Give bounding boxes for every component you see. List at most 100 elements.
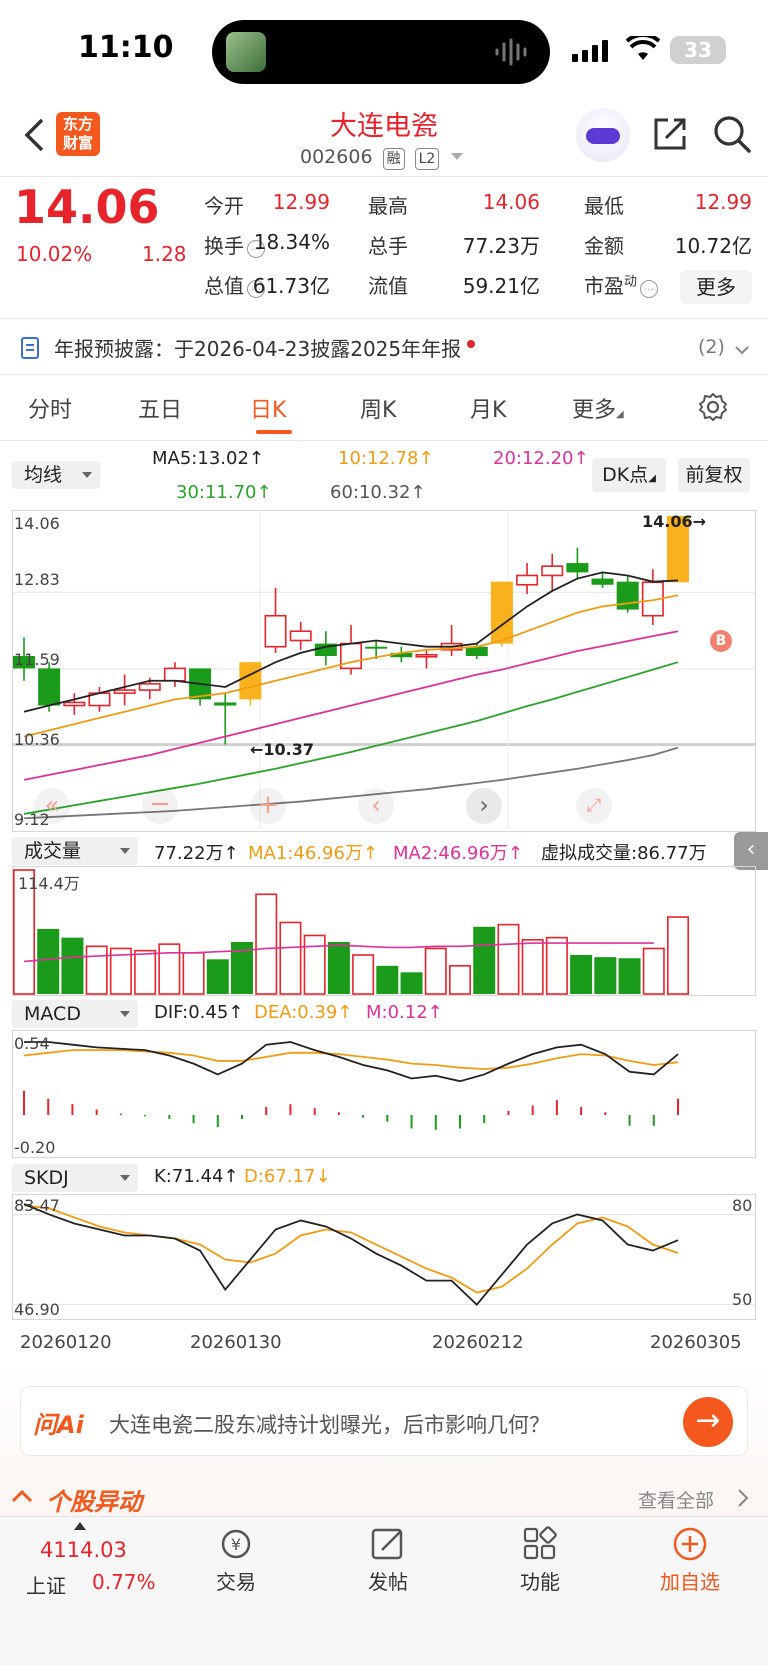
tab-daily-k[interactable]: 日K — [250, 392, 286, 424]
index-up-arrow-icon — [74, 1522, 86, 1530]
macd-m: M:0.12↑ — [366, 1002, 443, 1023]
step-back-icon[interactable]: ‹ — [358, 788, 394, 824]
app-screen: 11:10 33 东方 财富 大连电瓷 002606 融 L2 14.06 10… — [0, 0, 768, 1665]
tab-intraday[interactable]: 分时 — [28, 392, 72, 424]
min-price-label: ←10.37 — [250, 740, 315, 759]
candle-body — [138, 683, 161, 691]
divider — [0, 318, 768, 319]
ai-assistant-avatar[interactable] — [576, 108, 630, 162]
volume-bar — [37, 928, 60, 994]
arrow-right-icon[interactable]: → — [683, 1397, 733, 1447]
candle-body — [415, 653, 438, 658]
volume-bar — [61, 937, 84, 994]
volume-bar — [85, 945, 108, 995]
nav-add-watchlist[interactable]: 加自选 — [645, 1566, 735, 1595]
nav-functions[interactable]: 功能 — [495, 1566, 585, 1595]
skdj-k: K:71.44↑ — [154, 1166, 239, 1187]
skdj-chart[interactable] — [12, 1194, 756, 1320]
volume-bar — [134, 949, 157, 995]
more-quote-button[interactable]: 更多 — [680, 270, 752, 304]
collapse-panel-icon[interactable]: ‹ — [734, 832, 768, 870]
volume-bar — [158, 943, 181, 995]
post-icon[interactable] — [370, 1526, 406, 1562]
indicator-selector-volume[interactable]: 成交量 — [12, 837, 138, 865]
stock-code-row[interactable]: 002606 融 L2 — [300, 146, 464, 170]
skdj-left-bottom: 46.90 — [14, 1300, 60, 1319]
index-name[interactable]: 上证 — [26, 1570, 66, 1599]
macd-dif-line — [24, 1041, 679, 1083]
gear-icon[interactable] — [698, 392, 728, 422]
adjust-price-button[interactable]: 前复权 — [678, 458, 750, 492]
apps-icon[interactable] — [522, 1526, 558, 1562]
change-percent: 10.02% — [16, 242, 93, 266]
quote-label: 总手 — [368, 234, 408, 258]
quote-value: 59.21亿 — [462, 274, 540, 298]
index-change[interactable]: 0.77% — [92, 1570, 156, 1594]
quote-value: 18.34% — [253, 230, 330, 254]
dynamic-island[interactable] — [212, 20, 550, 84]
candle-body — [38, 668, 61, 706]
ai-question-box[interactable]: 问Ai 大连电瓷二股东减持计划曝光，后市影响几何？ → — [20, 1386, 748, 1456]
trade-icon[interactable]: ¥ — [216, 1526, 256, 1562]
quote-value: 10.72亿 — [674, 234, 752, 258]
kline-y-label: 12.83 — [14, 570, 60, 589]
chevron-up-icon[interactable] — [10, 1488, 34, 1504]
zoom-in-icon[interactable]: + — [250, 788, 286, 824]
buy-signal-marker[interactable]: B — [710, 630, 732, 652]
indicator-selector-macd[interactable]: MACD — [12, 1000, 138, 1028]
volume-ma2: MA2:46.96万↑ — [393, 843, 523, 864]
chevron-right-icon[interactable] — [736, 1488, 750, 1508]
ma5-value: MA5:13.02↑ — [152, 448, 264, 469]
candle-body — [616, 581, 639, 610]
share-icon[interactable] — [652, 116, 688, 152]
add-watchlist-icon[interactable] — [672, 1526, 708, 1562]
macd-top-label: 0.54 — [14, 1034, 50, 1053]
macd-dif: DIF:0.45↑ — [154, 1002, 244, 1023]
zoom-out-icon[interactable]: − — [142, 788, 178, 824]
step-forward-icon[interactable]: › — [466, 788, 502, 824]
notice-count[interactable]: (2) — [698, 336, 725, 358]
nav-post[interactable]: 发帖 — [343, 1566, 433, 1595]
indicator-selector-ma[interactable]: 均线 — [12, 461, 100, 489]
pe-dynamic-sup: 动 — [624, 274, 638, 290]
skdj-d: D:67.17↓ — [244, 1166, 331, 1187]
tab-more[interactable]: 更多◢ — [572, 392, 624, 424]
date-label: 20260305 — [650, 1332, 742, 1353]
volume-chart[interactable] — [12, 866, 756, 996]
divider — [0, 176, 768, 177]
volume-bar — [594, 957, 617, 994]
unread-dot — [467, 340, 476, 348]
candle-body — [163, 667, 186, 682]
fast-backward-icon[interactable]: « — [34, 788, 70, 824]
quote-value: 61.73亿 — [252, 274, 330, 298]
macd-chart[interactable] — [12, 1030, 756, 1158]
tab-weekly-k[interactable]: 周K — [360, 392, 396, 424]
volume-bar — [352, 954, 375, 995]
tab-five-day[interactable]: 五日 — [138, 392, 182, 424]
cellular-signal-icon — [572, 40, 608, 62]
view-all-link[interactable]: 查看全部 — [638, 1486, 714, 1513]
index-value[interactable]: 4114.03 — [40, 1538, 127, 1562]
ma30-value: 30:11.70↑ — [176, 482, 272, 503]
last-price: 14.06 — [14, 180, 160, 234]
volume-bar — [545, 936, 568, 995]
skdj-right-bottom: 50 — [732, 1290, 753, 1309]
section-title: 个股异动 — [46, 1488, 142, 1516]
search-icon[interactable] — [712, 114, 752, 154]
kline-chart[interactable] — [12, 510, 756, 832]
macd-bottom-label: -0.20 — [14, 1138, 56, 1157]
fullscreen-icon[interactable]: ⤢ — [576, 788, 612, 824]
volume-bar — [473, 926, 496, 994]
chevron-down-icon[interactable] — [734, 344, 750, 356]
tab-monthly-k[interactable]: 月K — [470, 392, 506, 424]
macd-dea: DEA:0.39↑ — [254, 1002, 353, 1023]
indicator-selector-skdj[interactable]: SKDJ — [12, 1164, 138, 1192]
volume-bar — [279, 921, 302, 995]
corner-triangle-icon: ◢ — [616, 409, 624, 420]
volume-ma1: MA1:46.96万↑ — [248, 843, 378, 864]
nav-trade[interactable]: 交易 — [191, 1566, 281, 1595]
dk-point-button[interactable]: DK点◢ — [592, 458, 666, 492]
ai-brand: 问Ai — [33, 1411, 84, 1439]
kline-y-label: 14.06 — [14, 514, 60, 533]
annual-report-notice[interactable]: 年报预披露：于2026-04-23披露2025年年报 — [54, 333, 476, 362]
